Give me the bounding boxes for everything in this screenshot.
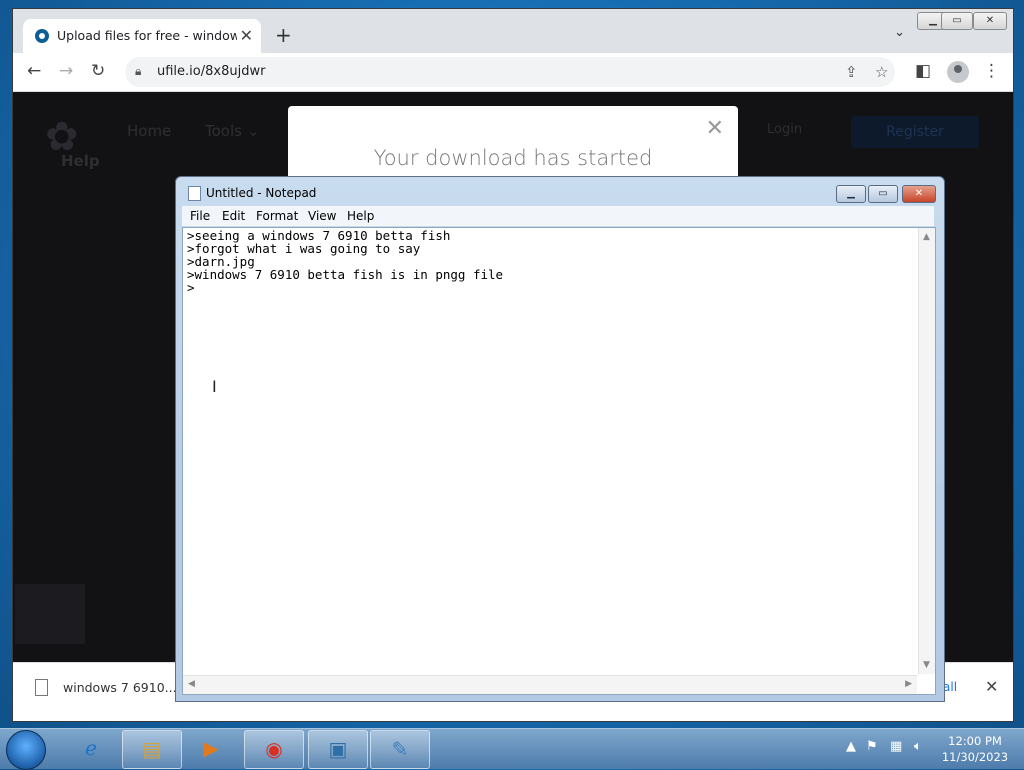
nav-login[interactable]: Login — [767, 122, 802, 137]
reload-icon[interactable]: ↻ — [91, 61, 105, 81]
lock-icon[interactable]: 🔒︎ — [135, 64, 141, 79]
clock-time: 12:00 PM — [948, 734, 1002, 748]
notepad-text-area[interactable]: >seeing a windows 7 6910 betta fish >for… — [182, 227, 936, 695]
scroll-down-arrow-icon[interactable]: ▼ — [923, 660, 930, 670]
notepad-close-button[interactable]: ✕ — [902, 185, 936, 203]
show-hidden-icons-icon[interactable]: ▲ — [846, 739, 856, 754]
notepad-window: Untitled - Notepad ▁ ▭ ✕ File Edit Forma… — [175, 176, 945, 702]
system-clock[interactable]: 12:00 PM 11/30/2023 — [940, 733, 1010, 765]
volume-muted-icon[interactable]: 🔈︎ — [914, 739, 922, 754]
menu-format[interactable]: Format — [256, 209, 298, 223]
notepad-taskbar-icon[interactable]: ✎ — [370, 730, 430, 769]
browser-maximize-button[interactable]: ▭ — [941, 12, 973, 30]
menu-help[interactable]: Help — [347, 209, 374, 223]
menu-view[interactable]: View — [308, 209, 336, 223]
browser-toolbar: ← → ↻ 🔒︎ ufile.io/8x8ujdwr ⇪ ☆ ◧ ⋮ — [13, 53, 1013, 92]
nav-home[interactable]: Home — [127, 122, 171, 140]
file-icon — [35, 679, 48, 696]
address-bar[interactable]: 🔒︎ ufile.io/8x8ujdwr ⇪ ☆ — [125, 57, 895, 87]
notepad-icon — [188, 186, 201, 201]
back-arrow-icon[interactable]: ← — [27, 61, 41, 81]
start-button[interactable] — [6, 730, 46, 770]
notepad-menu-bar: File Edit Format View Help — [182, 206, 934, 226]
logo-caption: Help — [61, 152, 100, 170]
text-cursor-icon: I — [212, 377, 217, 396]
notepad-maximize-button[interactable]: ▭ — [868, 185, 898, 203]
share-icon[interactable]: ⇪ — [845, 63, 858, 81]
notepad-content[interactable]: >seeing a windows 7 6910 betta fish >for… — [187, 229, 503, 294]
chrome-icon[interactable]: ◉ — [244, 730, 304, 769]
recaptcha-badge[interactable] — [15, 584, 85, 644]
browser-menu-icon[interactable]: ⋮ — [983, 61, 1000, 81]
new-tab-button[interactable]: + — [275, 23, 292, 47]
media-player-icon[interactable]: ▶ — [182, 730, 240, 767]
modal-title: Your download has started — [373, 146, 653, 170]
tab-close-icon[interactable]: ✕ — [240, 26, 253, 45]
taskbar: ℯ ▤ ▶ ◉ ▣ ✎ ▲ ⚑ ▦ 🔈︎ 12:00 PM 11/30/2023 — [0, 728, 1024, 770]
horizontal-scrollbar[interactable]: ◀ ▶ — [183, 675, 917, 694]
profile-avatar-icon[interactable] — [947, 61, 969, 83]
internet-explorer-icon[interactable]: ℯ — [62, 730, 120, 767]
scroll-right-arrow-icon[interactable]: ▶ — [905, 679, 912, 689]
scroll-up-arrow-icon[interactable]: ▲ — [923, 232, 930, 242]
notepad-minimize-button[interactable]: ▁ — [836, 185, 866, 203]
register-button[interactable]: Register — [851, 116, 979, 148]
download-file-name[interactable]: windows 7 6910....p — [63, 680, 188, 695]
menu-edit[interactable]: Edit — [222, 209, 245, 223]
menu-file[interactable]: File — [190, 209, 210, 223]
modal-close-icon[interactable]: ✕ — [706, 116, 724, 141]
network-icon[interactable]: ▦ — [890, 739, 902, 754]
tab-strip: Upload files for free - windows 7 ✕ + ⌄ … — [13, 9, 1013, 53]
clock-date: 11/30/2023 — [941, 750, 1009, 764]
show-all-link[interactable]: all — [943, 680, 957, 694]
side-panel-icon[interactable]: ◧ — [915, 61, 931, 81]
notepad-title: Untitled - Notepad — [206, 186, 317, 200]
vertical-scrollbar[interactable]: ▲ ▼ — [918, 228, 935, 674]
bookmark-star-icon[interactable]: ☆ — [875, 63, 888, 81]
url-text[interactable]: ufile.io/8x8ujdwr — [157, 64, 265, 79]
browser-close-button[interactable]: ✕ — [973, 12, 1007, 30]
paint-icon[interactable]: ▣ — [308, 730, 368, 769]
forward-arrow-icon[interactable]: → — [59, 61, 73, 81]
nav-tools[interactable]: Tools ⌄ — [205, 122, 259, 140]
ufile-favicon-icon — [35, 29, 49, 43]
action-center-icon[interactable]: ⚑ — [866, 739, 878, 754]
file-explorer-icon[interactable]: ▤ — [122, 730, 182, 769]
tab-title: Upload files for free - windows 7 — [57, 28, 237, 43]
tab-search-icon[interactable]: ⌄ — [894, 25, 905, 40]
scroll-left-arrow-icon[interactable]: ◀ — [188, 679, 195, 689]
browser-tab[interactable]: Upload files for free - windows 7 ✕ — [23, 19, 261, 53]
download-bar-close-icon[interactable]: ✕ — [985, 677, 998, 696]
